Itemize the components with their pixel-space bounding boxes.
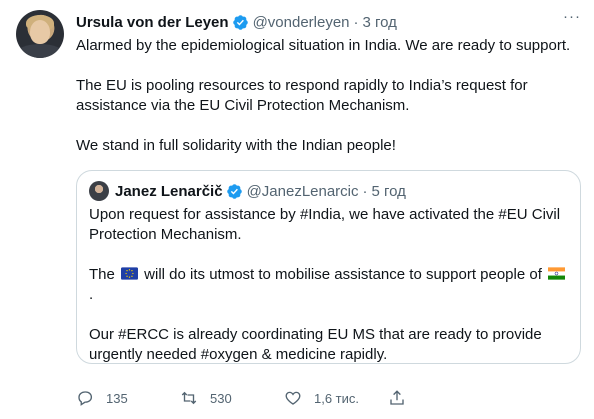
tweet-paragraph: The EU is pooling resources to respond r… — [76, 77, 528, 114]
verified-badge-icon — [232, 14, 248, 30]
quoted-tweet-timestamp: 5 год — [371, 182, 406, 200]
tweet-timestamp[interactable]: 3 год — [363, 14, 397, 31]
india-flag-icon — [548, 267, 566, 280]
author-name[interactable]: Ursula von der Leyen — [76, 14, 229, 31]
more-options-icon[interactable]: ··· — [562, 9, 582, 30]
quoted-tweet-card[interactable]: Janez Lenarčič @JanezLenarcic · 5 год Up… — [76, 170, 581, 364]
quoted-paragraph: Upon request for assistance by #India, w… — [89, 206, 561, 243]
quoted-author-name: Janez Lenarčič — [115, 182, 223, 200]
verified-badge-icon — [226, 183, 242, 199]
share-button[interactable] — [388, 389, 418, 407]
tweet-paragraph: We stand in full solidarity with the Ind… — [76, 137, 396, 154]
quoted-paragraph: Our #ERCC is already coordinating EU MS … — [89, 326, 542, 363]
quoted-author-avatar — [89, 181, 109, 201]
tweet-paragraph: Alarmed by the epidemiological situation… — [76, 37, 571, 54]
share-icon — [390, 390, 404, 405]
quoted-author-handle: @JanezLenarcic — [246, 182, 359, 200]
reply-count: 135 — [106, 390, 128, 406]
quoted-tweet-header: Janez Lenarčič @JanezLenarcic · 5 год — [89, 181, 568, 201]
tweet-header: Ursula von der Leyen @vonderleyen · 3 го… — [76, 12, 578, 32]
eu-flag-icon — [121, 267, 139, 280]
author-avatar[interactable] — [16, 10, 64, 58]
reply-icon — [78, 391, 93, 406]
tweet-text: Alarmed by the epidemiological situation… — [76, 36, 581, 176]
separator-dot: · — [362, 182, 368, 200]
quoted-text-segment: . — [89, 286, 94, 303]
quoted-text-segment: The — [89, 266, 120, 283]
retweet-icon — [181, 391, 197, 405]
like-count: 1,6 тис. — [314, 390, 360, 406]
quoted-tweet-text: Upon request for assistance by #India, w… — [89, 205, 569, 385]
retweet-count: 530 — [210, 390, 232, 406]
tweet-actions: 135 530 1,6 тис. — [76, 388, 506, 408]
heart-icon — [285, 391, 301, 405]
author-handle[interactable]: @vonderleyen — [253, 14, 350, 31]
reply-button[interactable]: 135 — [76, 389, 180, 407]
quoted-text-segment: will do its utmost to mobilise assistanc… — [140, 266, 547, 283]
quoted-paragraph: The will do its utmost to mobilise assis… — [89, 265, 569, 305]
retweet-button[interactable]: 530 — [180, 389, 284, 407]
like-button[interactable]: 1,6 тис. — [284, 389, 388, 407]
separator-dot: · — [353, 13, 359, 31]
